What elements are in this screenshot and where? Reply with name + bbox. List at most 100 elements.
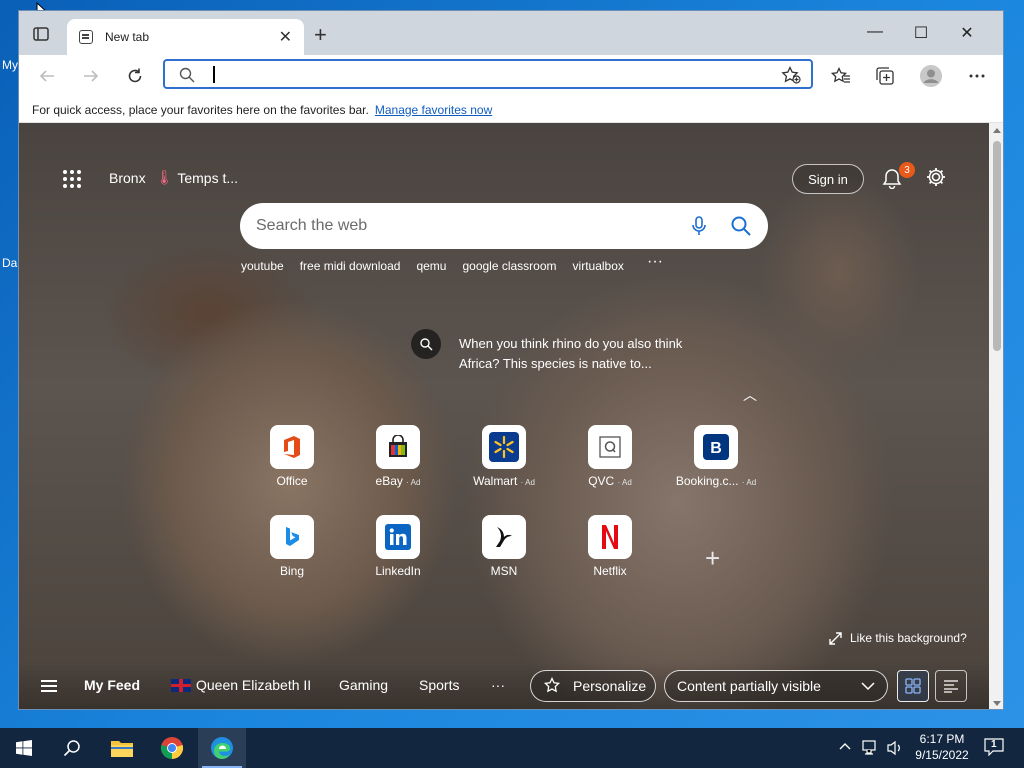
- quick-link-label: MSN: [490, 564, 518, 578]
- tab-close-icon[interactable]: ✕: [279, 27, 292, 47]
- minimize-button[interactable]: —: [865, 23, 885, 41]
- tab-gaming[interactable]: Gaming: [339, 677, 388, 693]
- content-visibility-dropdown[interactable]: Content partially visible: [664, 670, 888, 702]
- list-layout-button[interactable]: [935, 670, 967, 702]
- tab-my-feed[interactable]: My Feed: [84, 677, 140, 693]
- chevron-up-icon[interactable]: [839, 742, 851, 750]
- back-button[interactable]: [35, 64, 59, 88]
- settings-and-more-button[interactable]: [965, 64, 989, 88]
- desktop-icon-label[interactable]: My: [2, 58, 18, 72]
- web-search-box[interactable]: Search the web: [240, 203, 768, 249]
- profile-button[interactable]: [919, 64, 943, 88]
- weather-widget[interactable]: Bronx 🌡 Temps t...: [109, 169, 238, 186]
- tab-queen-elizabeth[interactable]: Queen Elizabeth II: [171, 677, 311, 693]
- quick-link-msn[interactable]: MSN: [459, 515, 549, 578]
- collections-button[interactable]: [873, 64, 897, 88]
- edge-icon: [211, 737, 233, 759]
- notification-count: 1: [991, 739, 997, 750]
- sign-in-button[interactable]: Sign in: [792, 164, 864, 194]
- add-quick-link-button[interactable]: +: [705, 543, 720, 574]
- microphone-icon[interactable]: [688, 215, 710, 237]
- address-bar[interactable]: [163, 59, 813, 89]
- maximize-button[interactable]: ☐: [911, 23, 931, 43]
- quick-link-bing[interactable]: Bing: [247, 515, 337, 578]
- new-tab-page-icon: [79, 30, 93, 44]
- personalize-button[interactable]: Personalize: [530, 670, 656, 702]
- folder-icon: [111, 741, 133, 757]
- trending-search-item[interactable]: google classroom: [462, 259, 556, 273]
- tab-actions-icon[interactable]: [33, 27, 49, 41]
- msn-icon: [482, 515, 526, 559]
- uk-flag-icon: [171, 679, 191, 692]
- sparkle-star-icon: [543, 677, 561, 693]
- quick-link-label: Booking.c...: [675, 474, 739, 488]
- quick-link-label: eBay: [375, 474, 403, 488]
- quick-link-linkedin[interactable]: LinkedIn: [353, 515, 443, 578]
- content-visibility-label: Content partially visible: [677, 678, 821, 694]
- feed-more-button[interactable]: ···: [491, 677, 505, 693]
- clock[interactable]: 6:17 PM 9/15/2022: [914, 732, 970, 762]
- tab-new-tab[interactable]: New tab ✕: [67, 19, 304, 55]
- notification-badge: 3: [899, 162, 915, 178]
- quick-link-label: Walmart: [473, 474, 518, 488]
- clock-date: 9/15/2022: [915, 748, 969, 762]
- manage-favorites-link[interactable]: Manage favorites now: [375, 103, 492, 117]
- linkedin-icon: [376, 515, 420, 559]
- new-tab-button[interactable]: +: [314, 22, 327, 48]
- taskbar-search-button[interactable]: [48, 728, 96, 768]
- quick-link-ebay[interactable]: eBay · Ad: [353, 425, 443, 488]
- desktop-icon-label[interactable]: Da: [2, 256, 17, 270]
- more-horizontal-icon: [969, 74, 985, 78]
- volume-icon[interactable]: [886, 740, 904, 756]
- action-center-button[interactable]: 1: [984, 738, 1004, 758]
- scroll-down-icon[interactable]: [993, 701, 1001, 707]
- ad-label: · Ad: [406, 478, 421, 487]
- quick-link-booking[interactable]: B Booking.c... · Ad: [671, 425, 761, 488]
- scrollbar-thumb[interactable]: [993, 141, 1001, 351]
- file-explorer-button[interactable]: [98, 728, 146, 768]
- scroll-up-icon[interactable]: [993, 127, 1001, 133]
- refresh-button[interactable]: [123, 64, 147, 88]
- new-tab-page: Bronx 🌡 Temps t... Sign in 3 Search the …: [19, 123, 989, 709]
- quick-link-office[interactable]: Office: [247, 425, 337, 488]
- chevron-down-icon: [861, 682, 875, 691]
- trending-search-item[interactable]: youtube: [241, 259, 284, 273]
- add-favorite-icon[interactable]: [781, 66, 801, 84]
- trending-search-item[interactable]: free midi download: [300, 259, 401, 273]
- gear-icon[interactable]: [925, 166, 947, 188]
- quick-link-qvc[interactable]: QVC · Ad: [565, 425, 655, 488]
- quick-link-label: Netflix: [593, 564, 627, 578]
- quick-link-netflix[interactable]: Netflix: [565, 515, 655, 578]
- trending-search-item[interactable]: qemu: [416, 259, 446, 273]
- trending-more-button[interactable]: ···: [647, 253, 663, 271]
- search-icon: [411, 329, 441, 359]
- netflix-icon: [588, 515, 632, 559]
- vertical-scrollbar[interactable]: [989, 123, 1003, 709]
- like-background-label: Like this background?: [850, 631, 967, 645]
- background-fact[interactable]: When you think rhino do you also think A…: [411, 329, 719, 374]
- trending-search-item[interactable]: virtualbox: [573, 259, 624, 273]
- address-input[interactable]: [213, 64, 773, 84]
- clock-time: 6:17 PM: [919, 732, 965, 746]
- network-icon[interactable]: [862, 740, 880, 756]
- bing-icon: [270, 515, 314, 559]
- favorites-bar: For quick access, place your favorites h…: [19, 97, 1003, 123]
- like-background-button[interactable]: Like this background?: [829, 631, 967, 645]
- quick-link-walmart[interactable]: Walmart · Ad: [459, 425, 549, 488]
- grid-layout-button[interactable]: [897, 670, 929, 702]
- tab-sports[interactable]: Sports: [419, 677, 459, 693]
- edge-button[interactable]: [198, 728, 246, 768]
- search-icon[interactable]: [730, 215, 752, 237]
- app-launcher-icon[interactable]: [63, 170, 81, 188]
- menu-icon[interactable]: [41, 680, 57, 692]
- tab-title: New tab: [105, 30, 150, 44]
- grid-view-icon: [905, 678, 921, 694]
- favorites-button[interactable]: [829, 64, 853, 88]
- close-window-button[interactable]: ✕: [957, 23, 977, 43]
- browser-window: New tab ✕ + — ☐ ✕ For quick access, plac…: [18, 10, 1004, 710]
- forward-button[interactable]: [79, 64, 103, 88]
- chevron-up-icon[interactable]: ︿: [743, 385, 757, 405]
- start-button[interactable]: [0, 728, 48, 768]
- list-view-icon: [944, 680, 958, 693]
- chrome-button[interactable]: [148, 728, 196, 768]
